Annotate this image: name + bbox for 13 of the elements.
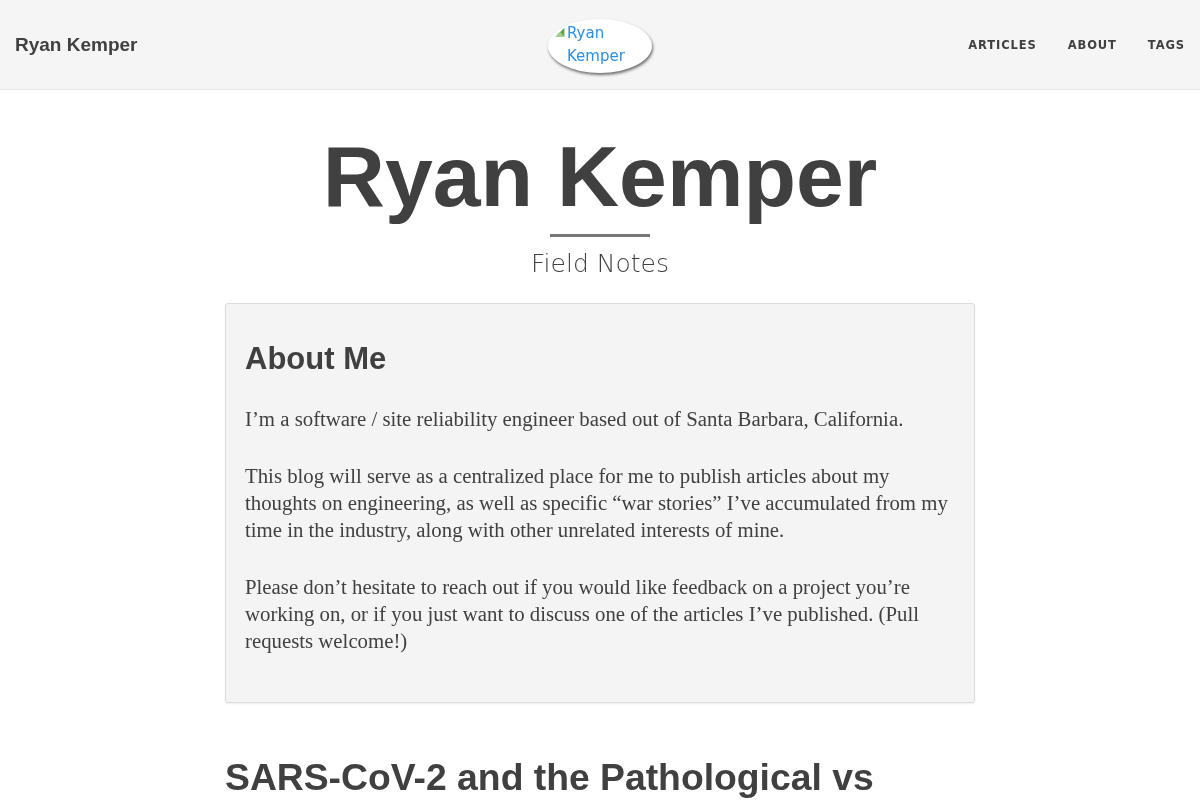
brand-link[interactable]: Ryan Kemper [15,33,138,56]
about-paragraph: I’m a software / site reliability engineer based out of Santa Barbara, California. [245,406,905,432]
nav-link[interactable]: ARTICLES [968,37,1037,52]
site-subtitle: Field Notes [530,249,670,279]
image-alt-text: Ryan Kemper [567,23,626,67]
site-title: Ryan Kemper [321,127,879,226]
broken-image-icon [555,27,565,37]
nav-link[interactable]: ABOUT [1067,37,1117,52]
post-title-link[interactable]: SARS-CoV-2 and the Pathological vs [225,755,975,799]
about-heading: About Me [245,340,388,378]
about-paragraph: Please don’t hesitate to reach out if you would like feedback on a project you’re working on, or if you just want to discuss one of the articles I’ve published. (Pull requests welcome!) [245,574,921,654]
nav-link[interactable]: TAGS [1147,37,1185,52]
about-paragraph: This blog will serve as a centralized place for me to publish articles about my thoughts on engineering, as well as specific “war stories” I’ve accumulated from my time in the industry, along with other unrelated interests of mine. [245,463,949,543]
